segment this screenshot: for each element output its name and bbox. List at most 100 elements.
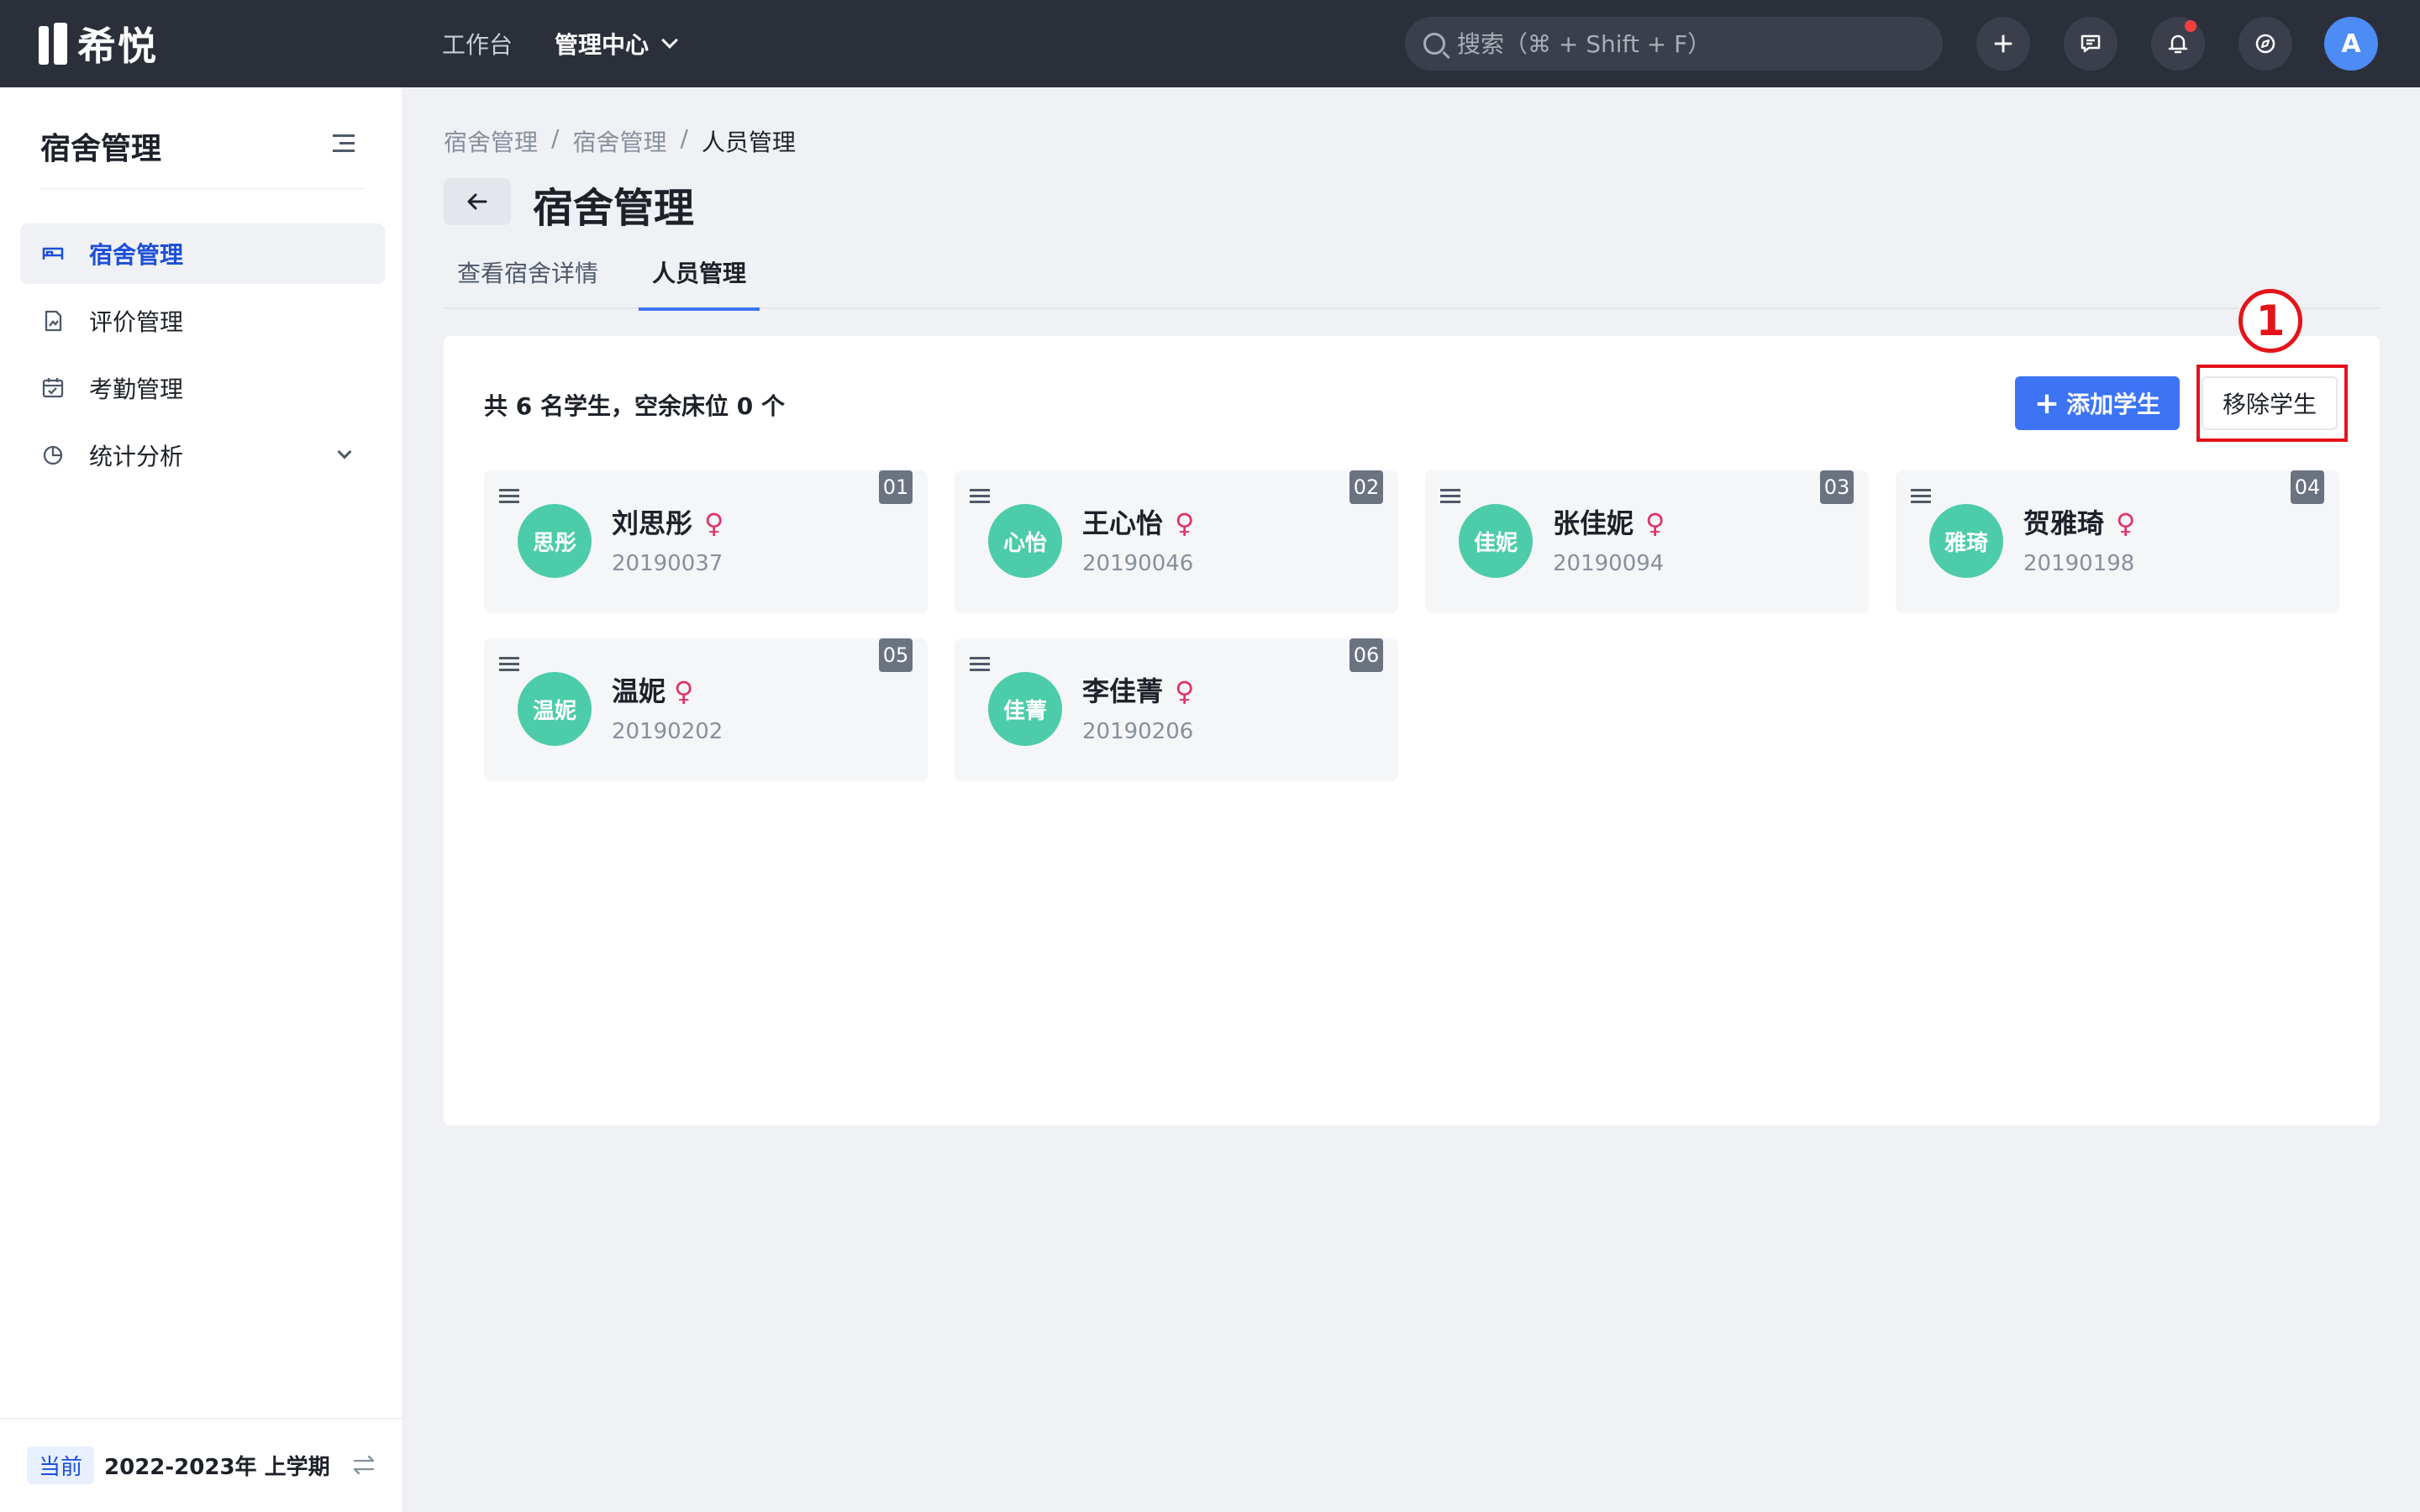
drag-handle-icon[interactable] xyxy=(970,489,990,504)
nav-workbench[interactable]: 工作台 xyxy=(442,27,513,60)
student-avatar: 心怡 xyxy=(988,504,1062,578)
student-id: 20190094 xyxy=(1553,551,1665,576)
breadcrumb-item[interactable]: 宿舍管理 xyxy=(444,124,538,158)
sidebar-item-attendance[interactable]: 考勤管理 xyxy=(20,358,385,418)
switch-term-icon[interactable] xyxy=(351,1452,376,1478)
bell-icon xyxy=(2168,34,2188,54)
tab-member-management[interactable]: 人员管理 xyxy=(638,255,760,311)
student-id: 20190202 xyxy=(612,719,723,744)
collapse-sidebar-icon[interactable] xyxy=(333,134,355,153)
student-avatar: 佳菁 xyxy=(988,672,1062,746)
student-id: 20190037 xyxy=(612,551,723,576)
drag-handle-icon[interactable] xyxy=(499,657,519,672)
apps-button[interactable] xyxy=(2238,17,2292,71)
plus-icon xyxy=(1994,34,2012,53)
drag-handle-icon[interactable] xyxy=(499,489,519,504)
student-name: 刘思彤 xyxy=(612,507,693,539)
add-student-label: 添加学生 xyxy=(2066,391,2161,418)
logo-text: 希悦 xyxy=(77,24,158,69)
seat-number: 04 xyxy=(2291,470,2324,504)
nav-management-center[interactable]: 管理中心 xyxy=(555,27,678,60)
student-avatar: 温妮 xyxy=(518,672,592,746)
female-icon: ♀ xyxy=(704,507,724,539)
current-term-tag: 当前 xyxy=(27,1446,95,1484)
top-nav: 工作台 管理中心 xyxy=(442,22,718,66)
create-button[interactable] xyxy=(1976,17,2030,71)
pie-chart-icon xyxy=(43,445,63,465)
student-name: 温妮 xyxy=(612,675,666,707)
breadcrumb-separator: / xyxy=(680,124,688,152)
top-bar: 希悦 工作台 管理中心 A xyxy=(0,0,2420,87)
current-term: 2022-2023年 上学期 xyxy=(104,1455,330,1480)
student-summary: 共 6 名学生，空余床位 0 个 xyxy=(484,392,785,420)
breadcrumb-item[interactable]: 宿舍管理 xyxy=(572,124,666,158)
student-name: 张佳妮 xyxy=(1553,507,1634,539)
sidebar-item-label: 评价管理 xyxy=(89,308,184,336)
sidebar-item-evaluation[interactable]: 评价管理 xyxy=(20,291,385,351)
search-box[interactable] xyxy=(1405,17,1943,71)
student-name: 李佳菁 xyxy=(1082,675,1164,707)
student-card[interactable]: 05 温妮 温妮 ♀ 20190202 xyxy=(484,638,928,781)
calendar-check-icon xyxy=(42,378,64,398)
student-card[interactable]: 04 雅琦 贺雅琦 ♀ 20190198 xyxy=(1896,470,2339,613)
arrow-left-icon xyxy=(467,193,487,210)
breadcrumb-separator: / xyxy=(551,124,560,152)
sidebar-divider xyxy=(40,188,365,189)
compass-icon xyxy=(2255,34,2275,54)
chat-icon xyxy=(2081,34,2101,53)
notifications-button[interactable] xyxy=(2151,17,2205,71)
step-number-marker: 1 xyxy=(2238,289,2302,353)
drag-handle-icon[interactable] xyxy=(1911,489,1931,504)
sidebar: 宿舍管理 宿舍管理 评价管理 考勤管理 统计分析 当前 2022-2023年 上… xyxy=(0,87,403,1512)
back-button[interactable] xyxy=(444,178,511,225)
student-card[interactable]: 02 心怡 王心怡 ♀ 20190046 xyxy=(955,470,1398,613)
sidebar-title: 宿舍管理 xyxy=(40,132,162,166)
add-student-button[interactable]: + 添加学生 xyxy=(2015,376,2180,430)
student-id: 20190046 xyxy=(1082,551,1194,576)
student-avatar: 雅琦 xyxy=(1929,504,2003,578)
drag-handle-icon[interactable] xyxy=(970,657,990,672)
seat-number: 05 xyxy=(879,638,913,672)
tab-bar: 查看宿舍详情 人员管理 xyxy=(444,252,2380,311)
student-card[interactable]: 06 佳菁 李佳菁 ♀ 20190206 xyxy=(955,638,1398,781)
student-card[interactable]: 01 思彤 刘思彤 ♀ 20190037 xyxy=(484,470,928,613)
seat-number: 02 xyxy=(1349,470,1383,504)
messages-button[interactable] xyxy=(2064,17,2118,71)
logo[interactable]: 希悦 xyxy=(39,20,158,69)
logo-icon xyxy=(39,23,69,65)
user-avatar[interactable]: A xyxy=(2324,17,2378,71)
student-name: 贺雅琦 xyxy=(2023,507,2105,539)
notification-badge xyxy=(2185,20,2196,32)
nav-workbench-label: 工作台 xyxy=(442,31,513,59)
drag-handle-icon[interactable] xyxy=(1440,489,1460,504)
female-icon: ♀ xyxy=(1645,507,1665,539)
student-avatar: 思彤 xyxy=(518,504,592,578)
breadcrumb: 宿舍管理 / 宿舍管理 / 人员管理 xyxy=(444,124,796,158)
search-input[interactable] xyxy=(1457,29,1911,58)
breadcrumb-current: 人员管理 xyxy=(701,129,796,156)
remove-student-label: 移除学生 xyxy=(2222,391,2317,418)
tab-dorm-details[interactable]: 查看宿舍详情 xyxy=(457,255,598,309)
plus-icon: + xyxy=(2033,386,2060,421)
sidebar-item-label: 考勤管理 xyxy=(89,375,184,403)
female-icon: ♀ xyxy=(1175,675,1195,707)
bed-icon xyxy=(42,247,64,260)
female-icon: ♀ xyxy=(1175,507,1195,539)
sidebar-item-statistics[interactable]: 统计分析 xyxy=(20,425,385,486)
student-card[interactable]: 03 佳妮 张佳妮 ♀ 20190094 xyxy=(1425,470,1869,613)
chevron-down-icon xyxy=(661,32,678,49)
chevron-down-icon xyxy=(337,444,352,459)
page-title: 宿舍管理 xyxy=(533,185,695,232)
student-name: 王心怡 xyxy=(1082,507,1164,539)
seat-number: 03 xyxy=(1820,470,1854,504)
search-icon xyxy=(1423,33,1445,55)
female-icon: ♀ xyxy=(674,675,694,707)
sidebar-item-dormitory[interactable]: 宿舍管理 xyxy=(20,223,385,284)
term-footer: 当前 2022-2023年 上学期 xyxy=(0,1418,403,1512)
female-icon: ♀ xyxy=(2116,507,2136,539)
remove-student-button[interactable]: 移除学生 xyxy=(2202,376,2338,430)
document-chart-icon xyxy=(45,310,62,332)
sidebar-item-label: 统计分析 xyxy=(89,443,184,470)
student-avatar: 佳妮 xyxy=(1459,504,1533,578)
member-panel: 共 6 名学生，空余床位 0 个 + 添加学生 移除学生 1 01 思彤 刘思彤… xyxy=(444,289,2380,1126)
